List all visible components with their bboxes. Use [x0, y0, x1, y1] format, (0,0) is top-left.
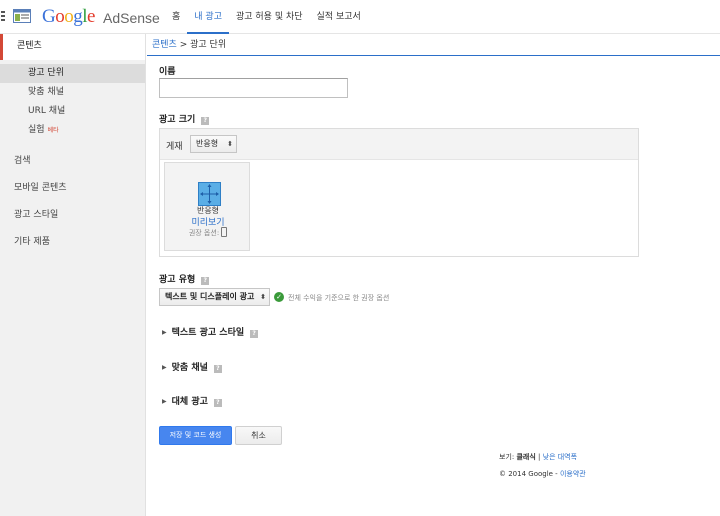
ad-type-label-text: 광고 유형	[159, 275, 196, 285]
sidebar-item-ad-styles[interactable]: 광고 스타일	[0, 202, 145, 229]
footer-view-label: 보기:	[499, 453, 515, 461]
triangle-right-icon: ▶	[162, 329, 167, 336]
nav-home[interactable]: 홈	[165, 0, 187, 34]
sidebar-item-other-products[interactable]: 기타 제품	[0, 229, 145, 256]
footer-view-current: 클래식	[516, 453, 536, 461]
ad-type-select[interactable]: 텍스트 및 디스플레이 광고 ⬍	[159, 288, 270, 306]
google-logo[interactable]: Google	[42, 6, 95, 28]
sidebar-item-label: 광고 단위	[28, 68, 64, 78]
expander-custom-channels[interactable]: ▶ 맞춤 채널?	[162, 360, 222, 373]
help-icon[interactable]: ?	[213, 365, 222, 373]
sidebar: 콘텐츠 광고 단위 맞춤 채널 URL 채널 실험 베타 검색 모바일 콘텐츠 광…	[0, 34, 146, 516]
tile-recommended: 권장 옵션:	[165, 227, 251, 238]
sidebar-item-label: URL 채널	[28, 106, 66, 116]
product-name: AdSense	[103, 10, 160, 26]
sidebar-item-experiments[interactable]: 실험 베타	[0, 121, 145, 140]
check-icon: ✓	[274, 292, 284, 302]
sidebar-item-custom-channels[interactable]: 맞춤 채널	[0, 83, 145, 102]
expander-label: 대체 광고	[171, 397, 208, 407]
ad-type-select-value: 텍스트 및 디스플레이 광고	[165, 292, 255, 301]
logo-letter: G	[42, 6, 56, 27]
ad-size-header: 게재 반응형 ⬍	[160, 129, 638, 160]
help-icon[interactable]: ?	[250, 330, 259, 338]
help-icon[interactable]: ?	[201, 277, 210, 285]
logo-letter: g	[73, 6, 83, 27]
display-label: 게재	[166, 142, 183, 152]
cancel-button[interactable]: 취소	[235, 426, 282, 445]
tile-recommended-text: 권장 옵션:	[188, 229, 220, 237]
nav-my-ads[interactable]: 내 광고	[187, 0, 229, 34]
expander-text-ad-style[interactable]: ▶ 텍스트 광고 스타일?	[162, 325, 259, 338]
footer-terms-link[interactable]: 이용약관	[560, 470, 586, 478]
help-icon[interactable]: ?	[201, 117, 210, 125]
top-bar: Google AdSense 홈 내 광고 광고 허용 및 차단 실적 보고서	[0, 0, 720, 34]
sidebar-item-url-channels[interactable]: URL 채널	[0, 102, 145, 121]
expander-label: 맞춤 채널	[171, 363, 208, 373]
sidebar-item-ad-units[interactable]: 광고 단위	[0, 64, 145, 83]
footer-view-separator: |	[538, 453, 541, 461]
select-arrows-icon: ⬍	[260, 293, 266, 301]
ad-type-hint: 전체 수익을 기준으로 한 권장 옵션	[288, 294, 390, 302]
logo-letter: o	[64, 6, 74, 27]
sidebar-item-label: 맞춤 채널	[28, 87, 64, 97]
ad-size-label-text: 광고 크기	[159, 115, 196, 125]
nav-performance-reports[interactable]: 실적 보고서	[310, 0, 368, 34]
display-select-value: 반응형	[196, 139, 219, 148]
triangle-right-icon: ▶	[162, 364, 167, 371]
save-and-get-code-button[interactable]: 저장 및 코드 생성	[159, 426, 232, 445]
expander-backup-ads[interactable]: ▶ 대체 광고?	[162, 394, 222, 407]
sidebar-item-mobile-content[interactable]: 모바일 콘텐츠	[0, 175, 145, 202]
ad-size-panel: 게재 반응형 ⬍ 반응형 미리보기 권장 옵션:	[159, 128, 639, 257]
name-label: 이름	[159, 67, 176, 77]
main-content: 콘텐츠 > 광고 단위 이름 광고 크기? 게재 반응형 ⬍ 반응형 미리보기 …	[147, 34, 720, 516]
logo-letter: o	[55, 6, 65, 27]
footer-copyright: © 2014 Google - 이용약관	[499, 469, 586, 479]
sidebar-item-search[interactable]: 검색	[0, 148, 145, 175]
triangle-right-icon: ▶	[162, 398, 167, 405]
breadcrumb-current: 광고 단위	[190, 40, 227, 50]
help-icon[interactable]: ?	[213, 399, 222, 407]
mobile-phone-icon	[221, 227, 228, 237]
nav-allow-block-ads[interactable]: 광고 허용 및 차단	[229, 0, 310, 34]
breadcrumb-link-content[interactable]: 콘텐츠	[152, 40, 177, 50]
responsive-ad-tile[interactable]: 반응형 미리보기 권장 옵션:	[164, 162, 250, 251]
ad-type-label: 광고 유형?	[159, 272, 210, 285]
select-arrows-icon: ⬍	[227, 140, 233, 148]
logo-letter: e	[87, 6, 95, 27]
breadcrumb-separator: >	[179, 40, 188, 50]
responsive-size-icon	[198, 182, 221, 206]
adsense-app-icon	[13, 9, 31, 23]
footer-view-switcher: 보기: 클래식 | 낮은 대역폭	[499, 452, 577, 462]
breadcrumb: 콘텐츠 > 광고 단위	[147, 34, 720, 56]
ad-size-label: 광고 크기?	[159, 112, 210, 125]
name-input[interactable]	[159, 78, 348, 98]
footer-low-bandwidth-link[interactable]: 낮은 대역폭	[543, 453, 577, 461]
footer-copyright-text: © 2014 Google -	[499, 470, 558, 478]
display-select[interactable]: 반응형 ⬍	[190, 135, 237, 153]
top-nav: 홈 내 광고 광고 허용 및 차단 실적 보고서	[165, 0, 368, 34]
sidebar-section-content[interactable]: 콘텐츠	[0, 34, 145, 60]
expander-label: 텍스트 광고 스타일	[171, 328, 245, 338]
beta-badge: 베타	[47, 127, 59, 134]
sidebar-item-label: 실험	[28, 125, 45, 135]
menu-icon[interactable]	[1, 11, 6, 21]
